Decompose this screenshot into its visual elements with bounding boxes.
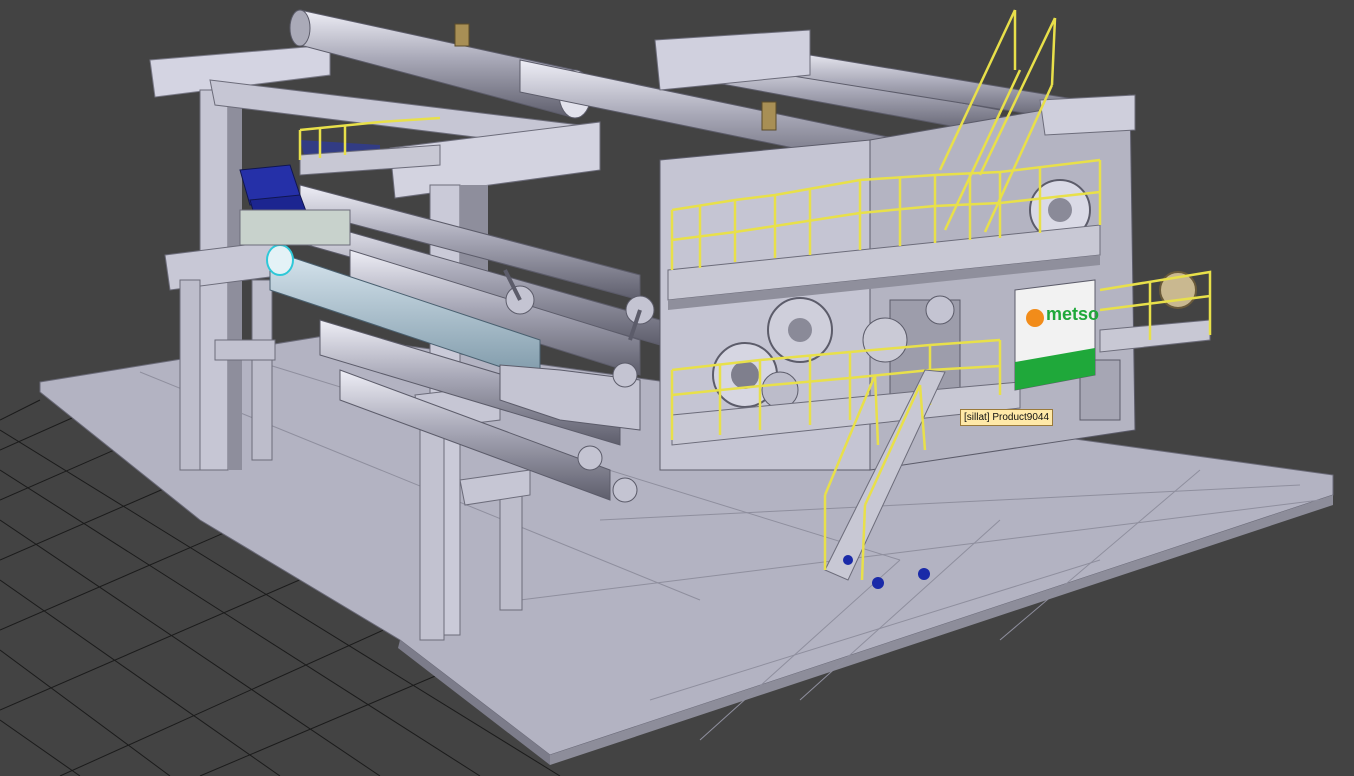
- object-tooltip: [sillat] Product9044: [960, 409, 1054, 426]
- svg-text:metso: metso: [1046, 304, 1099, 324]
- 3d-scene: metso: [0, 9, 1334, 776]
- metso-panel: metso: [1014, 279, 1099, 391]
- 3d-viewport[interactable]: metso [sillat] Product9044: [0, 0, 1354, 776]
